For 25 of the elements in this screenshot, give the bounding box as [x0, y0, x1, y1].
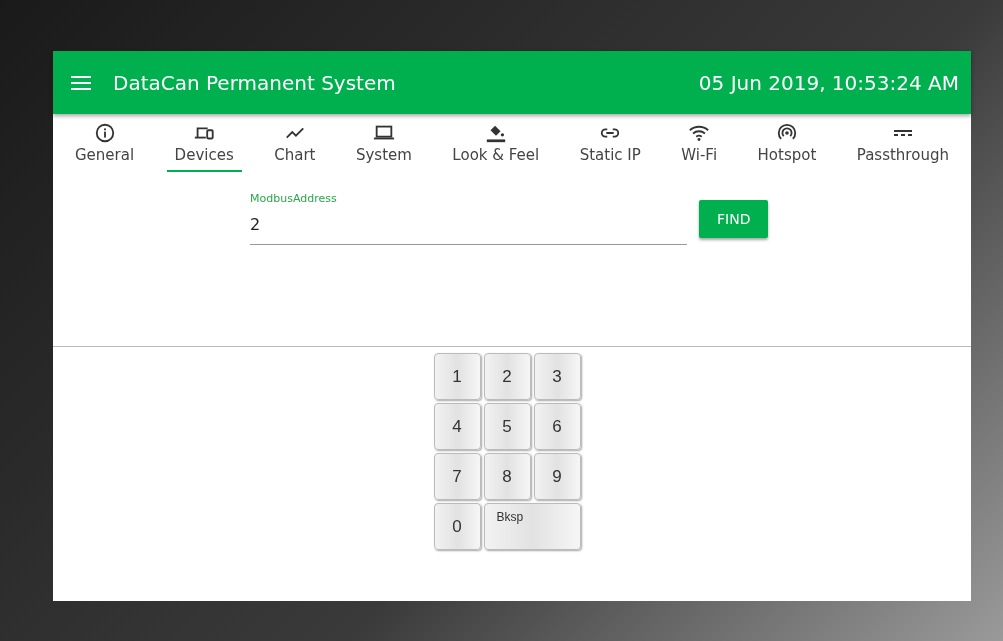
backspace-key[interactable]: Bksp — [483, 503, 581, 550]
keypad-key[interactable]: 6 — [533, 403, 581, 450]
tab[interactable]: Look & Feel — [444, 122, 548, 172]
tab[interactable]: Chart — [266, 122, 324, 172]
keypad-key[interactable]: 2 — [483, 353, 531, 400]
keypad-key[interactable]: 3 — [533, 353, 581, 400]
keypad-key[interactable]: 5 — [483, 403, 531, 450]
tab[interactable]: Static IP — [571, 122, 649, 172]
field-label: ModbusAddress — [250, 192, 337, 205]
menu-icon[interactable] — [71, 74, 91, 91]
keypad-key[interactable]: 0 — [433, 503, 481, 550]
tab[interactable]: Devices — [166, 122, 242, 172]
tab[interactable]: Passthrough — [848, 122, 957, 172]
keypad-key[interactable]: 1 — [433, 353, 481, 400]
keypad-key[interactable]: 7 — [433, 453, 481, 500]
date-time: 05 Jun 2019, 10:53:24 AM — [698, 70, 959, 95]
keypad-key[interactable]: 4 — [433, 403, 481, 450]
keypad-key[interactable]: 9 — [533, 453, 581, 500]
info-icon — [93, 122, 116, 144]
tab[interactable]: Wi-Fi — [673, 122, 726, 172]
keypad-key[interactable]: 8 — [483, 453, 531, 500]
tab[interactable]: System — [347, 122, 420, 172]
app-title: DataCan Permanent System — [113, 70, 396, 95]
tab[interactable]: Hotspot — [749, 122, 825, 172]
tab[interactable]: General — [67, 122, 143, 172]
